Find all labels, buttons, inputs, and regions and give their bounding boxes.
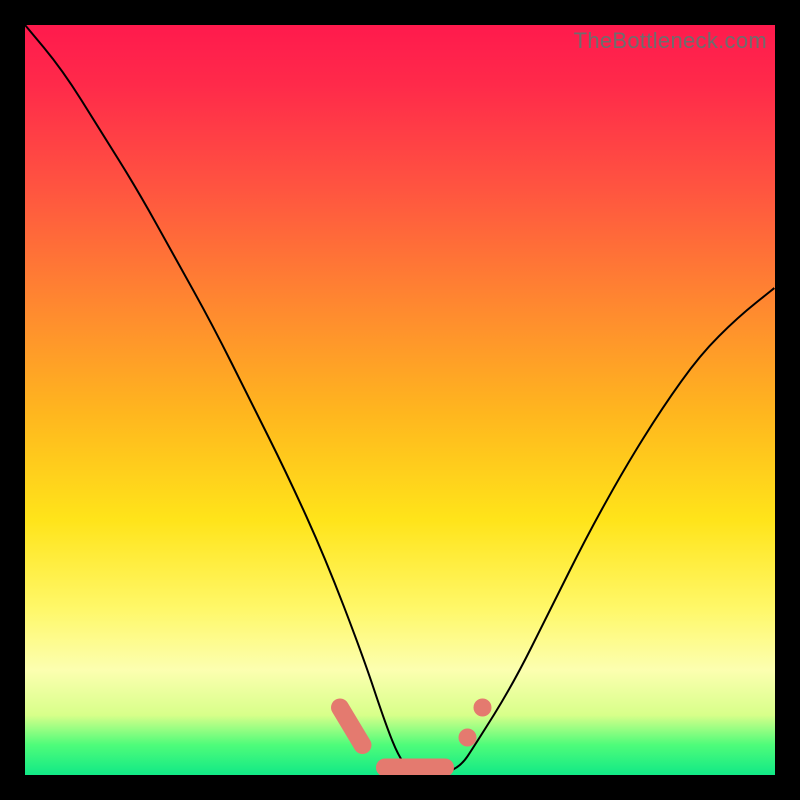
chart-frame: TheBottleneck.com — [0, 0, 800, 800]
bottleneck-curve-svg — [25, 25, 775, 775]
bottleneck-curve — [25, 25, 775, 775]
curve-marker-capsule — [340, 708, 363, 746]
plot-area: TheBottleneck.com — [25, 25, 775, 775]
curve-marker-dot — [459, 729, 477, 747]
curve-marker-dot — [474, 699, 492, 717]
curve-markers — [340, 699, 492, 768]
